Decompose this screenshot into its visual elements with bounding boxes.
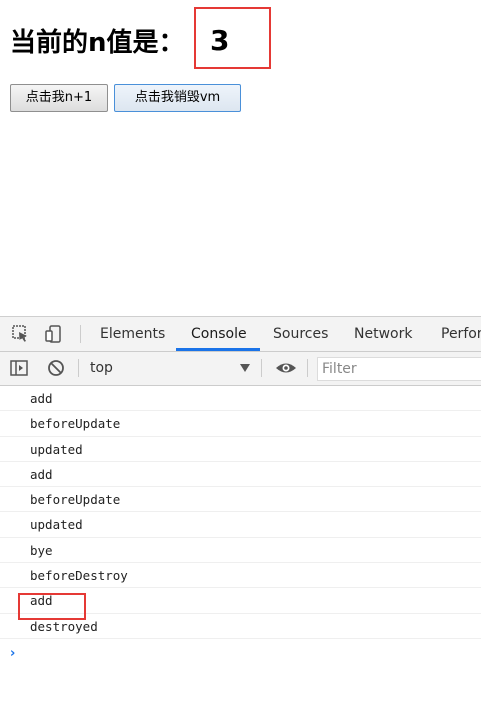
chevron-down-icon[interactable] bbox=[240, 364, 250, 372]
eye-icon[interactable] bbox=[275, 358, 296, 378]
devtools-panel: Elements Console Sources Network Perfor bbox=[0, 316, 481, 701]
console-log-text: add bbox=[30, 466, 53, 482]
console-log-text: updated bbox=[30, 517, 83, 533]
n-value-highlight-box bbox=[194, 7, 271, 69]
tab-network[interactable]: Network bbox=[354, 317, 412, 351]
console-log-line: updated bbox=[0, 437, 481, 462]
console-prompt-icon[interactable]: › bbox=[10, 646, 15, 661]
toolbar-divider bbox=[78, 359, 79, 377]
context-selector[interactable]: top bbox=[90, 352, 113, 385]
log-highlight-box bbox=[18, 593, 86, 620]
page: 当前的n值是： 3 点击我n+1 点击我销毁vm Elements Consol… bbox=[0, 0, 481, 701]
toolbar-divider bbox=[80, 325, 81, 343]
console-log-text: add bbox=[30, 391, 53, 406]
console-log-text: beforeUpdate bbox=[30, 416, 121, 432]
console-log-line: beforeDestroy bbox=[0, 563, 481, 589]
console-log-text: beforeDestroy bbox=[30, 568, 128, 584]
tab-performance[interactable]: Perfor bbox=[441, 317, 481, 351]
destroy-vm-button[interactable]: 点击我销毁vm bbox=[114, 84, 241, 112]
console-log-line: add bbox=[0, 462, 481, 488]
device-toolbar-icon[interactable] bbox=[44, 324, 64, 344]
tab-console[interactable]: Console bbox=[191, 317, 247, 351]
increment-button[interactable]: 点击我n+1 bbox=[10, 84, 108, 112]
console-log-line: beforeUpdate bbox=[0, 411, 481, 437]
toolbar-divider bbox=[307, 359, 308, 377]
console-toolbar: top bbox=[0, 352, 481, 386]
n-value: 3 bbox=[210, 23, 230, 57]
toolbar-divider bbox=[261, 359, 262, 377]
console-log-line: updated bbox=[0, 512, 481, 538]
inspect-element-icon[interactable] bbox=[11, 324, 31, 344]
page-heading: 当前的n值是： bbox=[10, 18, 185, 62]
console-log-line: bye bbox=[0, 538, 481, 564]
devtools-tab-bar: Elements Console Sources Network Perfor bbox=[0, 317, 481, 352]
show-sidebar-icon[interactable] bbox=[9, 358, 29, 378]
console-log-line: add bbox=[0, 386, 481, 412]
console-log-text: bye bbox=[30, 542, 53, 558]
filter-input[interactable] bbox=[322, 358, 472, 380]
console-log-text: beforeUpdate bbox=[30, 492, 121, 508]
console-log-text: updated bbox=[30, 441, 83, 457]
clear-console-icon[interactable] bbox=[46, 358, 66, 378]
n-value-label: 当前的n值是： bbox=[10, 27, 185, 58]
tab-elements[interactable]: Elements bbox=[100, 317, 165, 351]
console-log-line: beforeUpdate bbox=[0, 487, 481, 513]
tab-sources[interactable]: Sources bbox=[273, 317, 328, 351]
active-tab-indicator bbox=[176, 348, 260, 351]
